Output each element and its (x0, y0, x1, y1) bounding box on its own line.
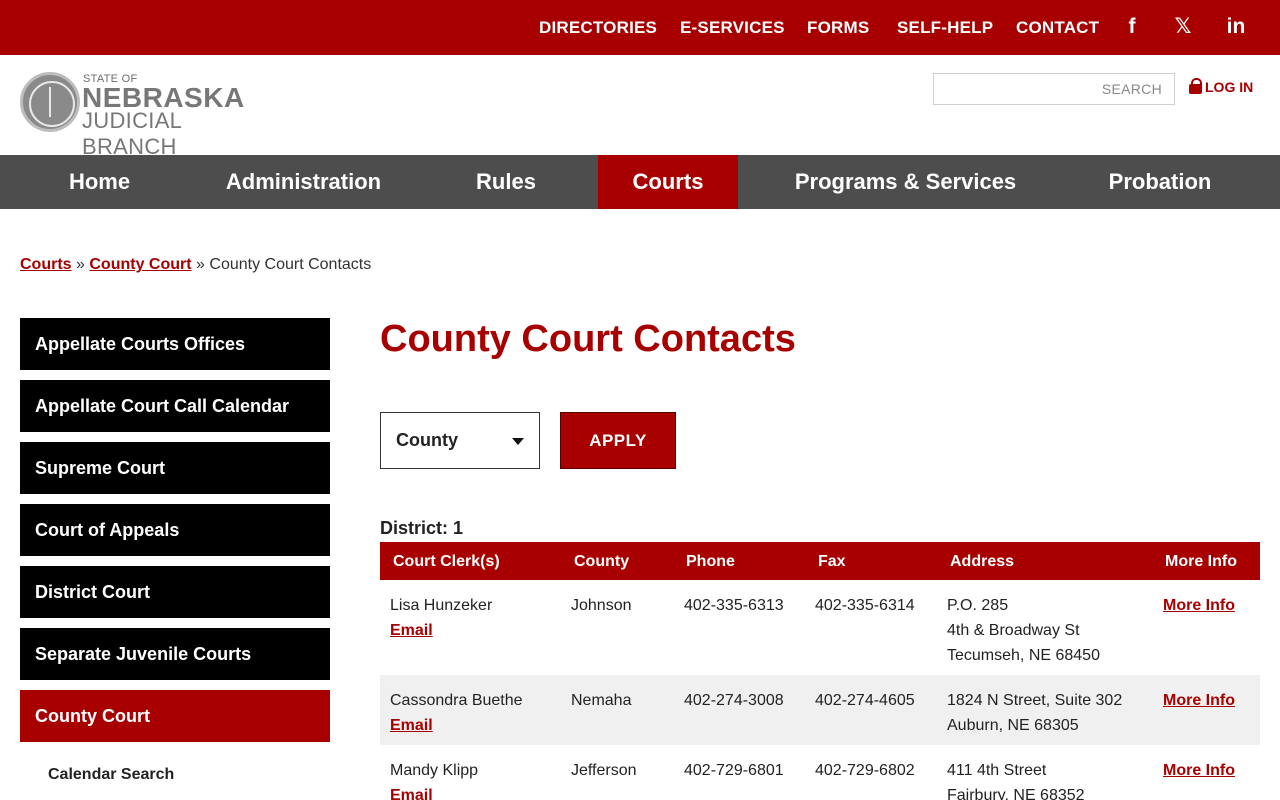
table-row: Lisa Hunzeker Email Johnson 402-335-6313… (380, 580, 1260, 675)
forms-link[interactable]: FORMS (807, 18, 869, 38)
col-header-phone: Phone (686, 553, 735, 570)
fax-cell: 402-335-6314 (815, 597, 915, 614)
contacts-table: Court Clerk(s) County Phone Fax Address … (380, 542, 1260, 800)
site-logo[interactable]: STATE OF NEBRASKA JUDICIAL BRANCH (20, 72, 280, 159)
address-cell: P.O. 285 4th & Broadway St Tecumseh, NE … (947, 593, 1100, 668)
address-line: P.O. 285 (947, 597, 1009, 614)
district-heading: District: 1 (380, 518, 464, 538)
col-header-fax: Fax (818, 553, 846, 570)
address-line: 4th & Broadway St (947, 622, 1080, 639)
col-header-more-info: More Info (1165, 553, 1237, 570)
nav-courts[interactable]: Courts (598, 155, 738, 209)
clerk-name: Mandy Klipp (390, 762, 479, 779)
address-line: Auburn, NE 68305 (947, 717, 1079, 734)
nav-probation[interactable]: Probation (1090, 155, 1230, 209)
x-icon[interactable]: 𝕏 (1170, 14, 1196, 40)
phone-cell: 402-274-3008 (684, 692, 784, 709)
county-cell: Johnson (571, 597, 632, 614)
nav-administration[interactable]: Administration (210, 155, 397, 209)
sidebar-item-appellate-courts-offices[interactable]: Appellate Courts Offices (20, 318, 330, 370)
e-services-link[interactable]: E-SERVICES (680, 18, 785, 38)
sidebar-subitem-calendar-search[interactable]: Calendar Search (48, 766, 174, 784)
address-cell: 1824 N Street, Suite 302 Auburn, NE 6830… (947, 688, 1122, 738)
login-label: LOG IN (1205, 79, 1254, 95)
fax-cell: 402-729-6802 (815, 762, 915, 779)
address-line: Fairbury, NE 68352 (947, 787, 1085, 800)
self-help-link[interactable]: SELF-HELP (897, 18, 993, 38)
caret-down-icon (512, 438, 524, 445)
more-info-link[interactable]: More Info (1163, 758, 1235, 783)
more-info-link[interactable]: More Info (1163, 688, 1235, 713)
table-row: Cassondra Buethe Email Nemaha 402-274-30… (380, 675, 1260, 745)
county-cell: Nemaha (571, 692, 632, 709)
nav-home[interactable]: Home (40, 155, 159, 209)
email-link[interactable]: Email (390, 717, 433, 734)
breadcrumb-separator: » (196, 256, 205, 273)
breadcrumb-county-court[interactable]: County Court (89, 256, 191, 273)
utility-bar: DIRECTORIES E-SERVICES FORMS SELF-HELP C… (0, 0, 1280, 55)
state-seal-icon (20, 72, 80, 132)
email-link[interactable]: Email (390, 622, 433, 639)
col-header-clerk: Court Clerk(s) (393, 553, 500, 570)
county-select[interactable]: County (380, 412, 540, 469)
search-input[interactable] (933, 73, 1175, 105)
table-row: Mandy Klipp Email Jefferson 402-729-6801… (380, 745, 1260, 800)
contact-link[interactable]: CONTACT (1016, 18, 1099, 38)
login-link[interactable]: LOG IN (1189, 78, 1253, 95)
phone-cell: 402-335-6313 (684, 597, 784, 614)
sidebar-item-county-court[interactable]: County Court (20, 690, 330, 742)
more-info-link[interactable]: More Info (1163, 593, 1235, 618)
address-cell: 411 4th Street Fairbury, NE 68352 (947, 758, 1085, 800)
email-link[interactable]: Email (390, 787, 433, 800)
table-header: Court Clerk(s) County Phone Fax Address … (380, 542, 1260, 580)
nav-programs-services[interactable]: Programs & Services (780, 155, 1031, 209)
clerk-cell: Lisa Hunzeker Email (390, 593, 492, 643)
breadcrumb-courts[interactable]: Courts (20, 256, 72, 273)
address-line: Tecumseh, NE 68450 (947, 647, 1100, 664)
sidebar-item-appellate-court-call-calendar[interactable]: Appellate Court Call Calendar (20, 380, 330, 432)
linkedin-icon[interactable]: in (1223, 14, 1249, 40)
nav-rules[interactable]: Rules (455, 155, 557, 209)
sidebar-item-district-court[interactable]: District Court (20, 566, 330, 618)
page-title: County Court Contacts (380, 318, 796, 360)
breadcrumb: Courts » County Court » County Court Con… (20, 256, 371, 274)
facebook-icon[interactable]: f (1119, 14, 1145, 40)
fax-cell: 402-274-4605 (815, 692, 915, 709)
col-header-county: County (574, 553, 630, 570)
address-line: 1824 N Street, Suite 302 (947, 692, 1123, 709)
clerk-name: Lisa Hunzeker (390, 597, 493, 614)
breadcrumb-separator: » (76, 256, 85, 273)
address-line: 411 4th Street (947, 762, 1047, 779)
sidebar-item-separate-juvenile-courts[interactable]: Separate Juvenile Courts (20, 628, 330, 680)
directories-link[interactable]: DIRECTORIES (539, 18, 657, 38)
main-nav: Home Administration Rules Courts Program… (0, 155, 1280, 209)
phone-cell: 402-729-6801 (684, 762, 784, 779)
col-header-address: Address (950, 553, 1015, 570)
lock-icon (1189, 78, 1202, 94)
clerk-cell: Mandy Klipp Email (390, 758, 478, 800)
sidebar-item-court-of-appeals[interactable]: Court of Appeals (20, 504, 330, 556)
apply-button[interactable]: APPLY (560, 412, 676, 469)
logo-line-3: JUDICIAL BRANCH (82, 108, 182, 159)
sidebar-item-supreme-court[interactable]: Supreme Court (20, 442, 330, 494)
clerk-name: Cassondra Buethe (390, 692, 523, 709)
county-select-value: County (396, 430, 458, 450)
breadcrumb-current: County Court Contacts (209, 256, 372, 273)
clerk-cell: Cassondra Buethe Email (390, 688, 523, 738)
county-cell: Jefferson (571, 762, 637, 779)
